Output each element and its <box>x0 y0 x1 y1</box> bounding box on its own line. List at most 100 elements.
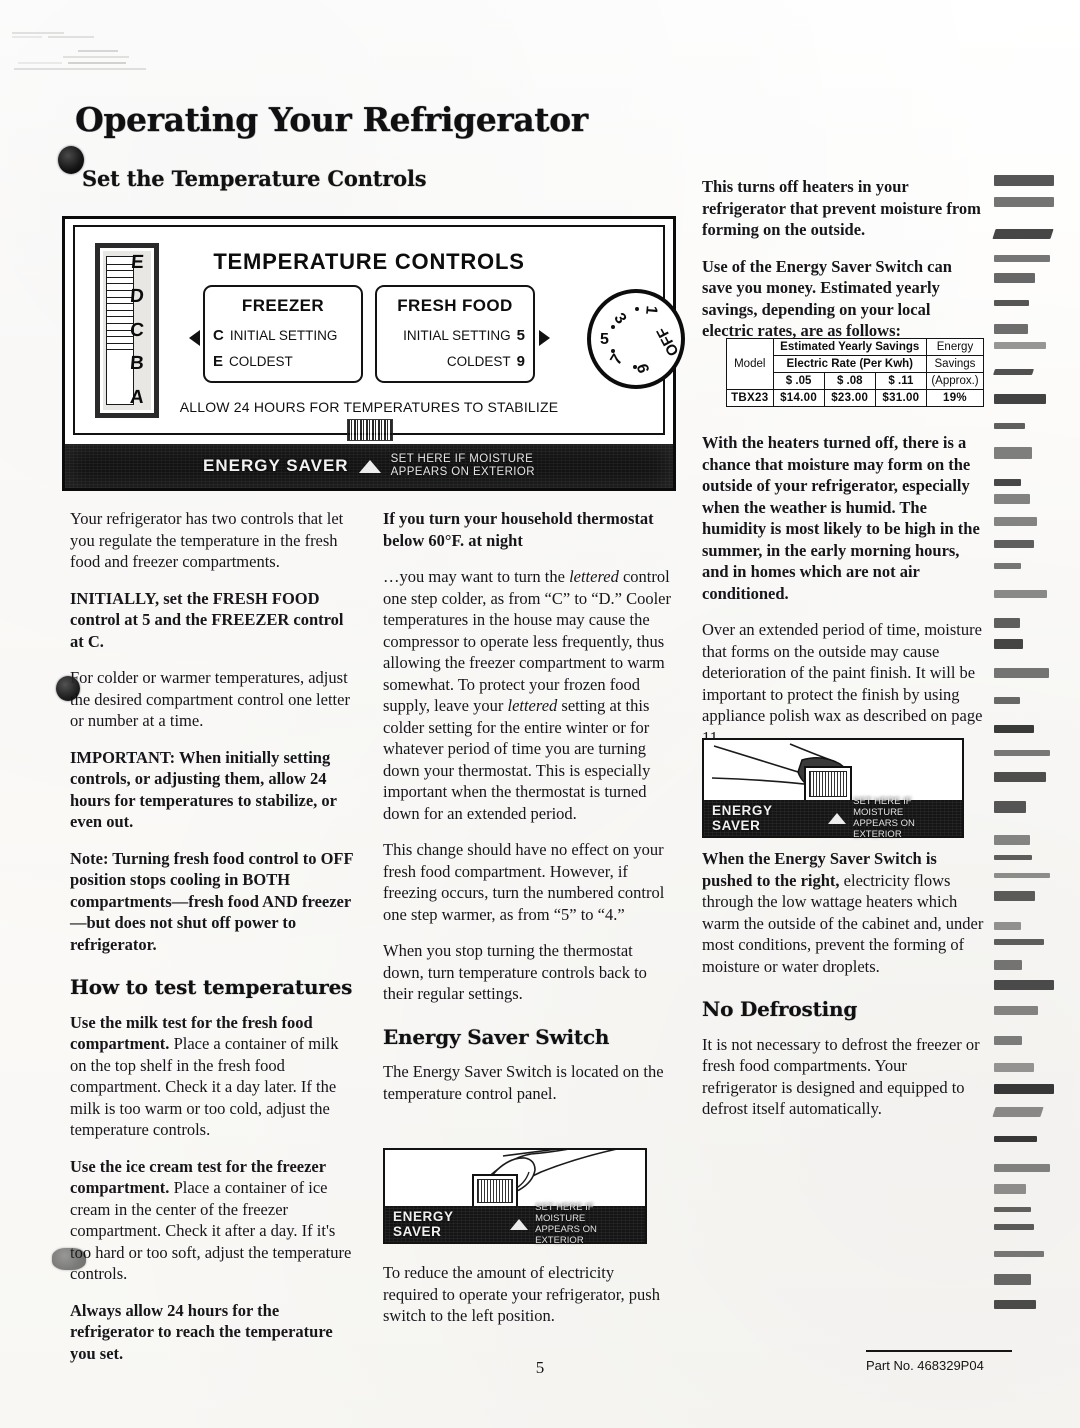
paragraph-adjust-controls: For colder or warmer temperatures, adjus… <box>70 667 358 732</box>
lettered-italic-1: lettered <box>569 567 619 586</box>
switch-sub-line1: SET HERE IF MOISTURE <box>853 796 911 818</box>
page-bleed-through-artifact <box>994 175 1074 1335</box>
fresh-food-initial-value: 5 <box>517 327 525 344</box>
freezer-coldest-label: COLDEST <box>229 354 293 369</box>
switch-texture-icon <box>809 771 847 797</box>
panel-heading: TEMPERATURE CONTROLS <box>75 249 663 275</box>
paragraph-initial-settings: INITIALLY, set the FRESH FOOD control at… <box>70 588 358 653</box>
dial-mark: 1 <box>641 305 660 315</box>
dial-tick-icon <box>611 325 615 329</box>
right-text-column-top: This turns off heaters in your refrigera… <box>702 176 984 357</box>
energy-saver-sub-line2: APPEARS ON EXTERIOR <box>391 466 535 478</box>
paragraph-save-money: Use of the Energy Saver Switch can save … <box>702 256 984 342</box>
right-text-column-bottom: When the Energy Saver Switch is pushed t… <box>702 848 984 1135</box>
panel-face: TEMPERATURE CONTROLS E D C B A FREEZER C… <box>73 225 665 435</box>
document-page: Operating Your Refrigerator Set the Temp… <box>0 0 1080 1428</box>
table-row: TBX23 $14.00 $23.00 $31.00 19% <box>727 390 984 407</box>
paragraph-lettered-control: …you may want to turn the lettered contr… <box>383 566 673 824</box>
fresh-food-box-title: FRESH FOOD <box>377 296 533 316</box>
slider-letter-scale: E D C B A <box>122 252 152 409</box>
estimated-yearly-savings-table: Model Estimated Yearly Savings Energy El… <box>726 338 984 407</box>
lettered-part-a: …you may want to turn the <box>383 567 569 586</box>
right-text-column-middle: With the heaters turned off, there is a … <box>702 432 984 763</box>
table-header-model: Model <box>727 339 774 390</box>
freezer-box-title: FREEZER <box>205 296 361 316</box>
energy-saver-banner: ENERGY SAVER SET HERE IF MOISTURE APPEAR… <box>65 444 673 488</box>
slider-letter: E <box>130 252 145 274</box>
freezer-initial-setting-row: C INITIAL SETTING <box>205 327 361 344</box>
section-bullet-icon-3 <box>52 1248 86 1270</box>
table-header-energy: Energy <box>926 339 983 356</box>
left-text-column: Your refrigerator has two controls that … <box>70 508 358 1379</box>
table-rate-cell: $ .08 <box>824 373 875 390</box>
table-header-group: Estimated Yearly Savings <box>773 339 926 356</box>
lettered-part-b: control one step colder, as from “C” to … <box>383 567 671 715</box>
dial-tick-icon <box>633 365 637 369</box>
barcode-icon <box>347 419 393 441</box>
energy-saver-switch-figure-left-position: ENERGY SAVER SET HERE IF MOISTURE APPEAR… <box>383 1148 647 1244</box>
paragraph-always-allow-24h: Always allow 24 hours for the refrigerat… <box>70 1300 358 1365</box>
freezer-letter-slider[interactable]: E D C B A <box>95 243 159 418</box>
slider-letter: B <box>129 353 145 375</box>
switch-energy-saver-label: ENERGY SAVER <box>393 1209 503 1239</box>
switch-energy-saver-label: ENERGY SAVER <box>712 803 821 833</box>
paragraph-no-defrost-body: It is not necessary to defrost the freez… <box>702 1034 984 1120</box>
part-number: Part No. 468329P04 <box>866 1358 984 1373</box>
switch-toggle-right[interactable] <box>804 766 852 802</box>
fresh-food-initial-label: INITIAL SETTING <box>403 328 511 343</box>
dial-mark: 9 <box>635 361 655 374</box>
fresh-food-coldest-label: COLDEST <box>447 354 511 369</box>
paragraph-milk-test: Use the milk test for the fresh food com… <box>70 1012 358 1141</box>
dial-tick-icon <box>635 307 639 311</box>
fresh-food-coldest-value: 9 <box>517 353 525 370</box>
table-rate-cell: $ .11 <box>875 373 926 390</box>
switch-sub-line2: APPEARS ON EXTERIOR <box>535 1224 597 1246</box>
heading-no-defrosting: No Defrosting <box>702 999 984 1021</box>
paragraph-no-effect: This change should have no effect on you… <box>383 839 673 925</box>
slider-letter: C <box>129 320 145 342</box>
dial-tick-icon <box>611 349 615 353</box>
table-header-savings: Savings <box>926 356 983 373</box>
fresh-food-coldest-row: COLDEST 9 <box>377 353 533 370</box>
fresh-food-numbered-dial[interactable]: 1 3 5 7 9 OFF <box>587 289 685 389</box>
fresh-food-settings-box: FRESH FOOD INITIAL SETTING 5 COLDEST 9 <box>375 285 535 383</box>
table-cell-value: $14.00 <box>773 390 824 407</box>
table-header-rate: Electric Rate (Per Kwh) <box>773 356 926 373</box>
paragraph-paint-finish: Over an extended period of time, moistur… <box>702 619 984 748</box>
energy-saver-sub: SET HERE IF MOISTURE APPEARS ON EXTERIOR <box>391 453 535 479</box>
fresh-food-initial-setting-row: INITIAL SETTING 5 <box>377 327 533 344</box>
paragraph-controls-intro: Your refrigerator has two controls that … <box>70 508 358 573</box>
paragraph-important-note: IMPORTANT: When initially setting contro… <box>70 747 358 833</box>
paragraph-turns-off-heaters: This turns off heaters in your refrigera… <box>702 176 984 241</box>
table-cell-savings-pct: 19% <box>926 390 983 407</box>
energy-saver-switch-figure-right-position: ENERGY SAVER SET HERE IF MOISTURE APPEAR… <box>702 738 964 838</box>
dial-mark: 7 <box>607 351 627 368</box>
energy-saver-label: ENERGY SAVER <box>203 456 349 476</box>
heading-how-to-test: How to test temperatures <box>70 977 358 999</box>
heading-thermostat-below-60: If you turn your household thermostat be… <box>383 508 673 551</box>
triangle-up-icon <box>359 460 381 473</box>
switch-toggle-left[interactable] <box>472 1174 518 1208</box>
table-cell-value: $23.00 <box>824 390 875 407</box>
paragraph-off-position-note: Note: Turning fresh food control to OFF … <box>70 848 358 956</box>
paragraph-switch-location: The Energy Saver Switch is located on th… <box>383 1061 673 1104</box>
table-cell-value: $31.00 <box>875 390 926 407</box>
part-number-rule <box>866 1350 1012 1352</box>
freezer-initial-label: INITIAL SETTING <box>230 328 338 343</box>
slider-letter: D <box>129 286 145 308</box>
switch-sub-line1: SET HERE IF MOISTURE <box>535 1202 593 1224</box>
right-pointer-icon <box>539 330 550 346</box>
dial-mark-off: OFF <box>653 324 682 358</box>
paragraph-ice-cream-test: Use the ice cream test for the freezer c… <box>70 1156 358 1285</box>
lettered-italic-2: lettered <box>507 696 557 715</box>
section-bullet-icon <box>58 146 84 174</box>
middle-text-column: If you turn your household thermostat be… <box>383 508 673 1119</box>
freezer-initial-letter: C <box>213 327 224 344</box>
switch-sub-text: SET HERE IF MOISTURE APPEARS ON EXTERIOR <box>535 1202 645 1246</box>
table-header-row-1: Model Estimated Yearly Savings Energy <box>727 339 984 356</box>
section-bullet-icon-2 <box>56 676 80 701</box>
heading-energy-saver-switch: Energy Saver Switch <box>383 1027 673 1049</box>
dial-mark: 5 <box>600 331 609 349</box>
switch-sub-line2: APPEARS ON EXTERIOR <box>853 818 915 840</box>
table-header-approx: (Approx.) <box>926 373 983 390</box>
